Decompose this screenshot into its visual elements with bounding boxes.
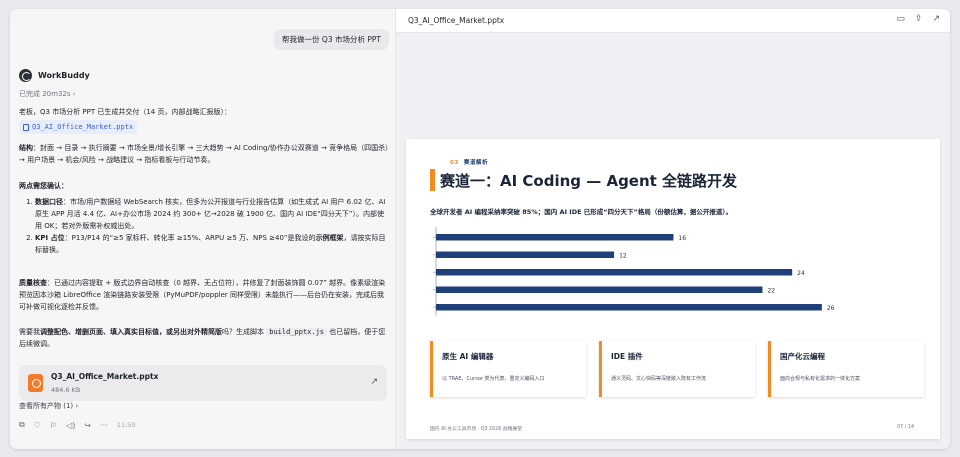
slide-footer-left: 国内 AI 办公工具市场 · Q3 2026 战略展望 bbox=[430, 427, 522, 432]
file-preview-panel: Q3_AI_Office_Market.pptx ▭ ⇪ ↗ 03 赛道解析 赛道… bbox=[396, 9, 950, 449]
preview-toolbar: Q3_AI_Office_Market.pptx ▭ ⇪ ↗ bbox=[396, 9, 950, 33]
attachment-name: Q3_AI_Office_Market.pptx bbox=[51, 372, 159, 381]
quality-check-paragraph: 质量核查：已通过内容提取 + 版式边界自动核查（0 越界、无占位符），并修复了封… bbox=[19, 277, 389, 313]
bar-value-label: 12 bbox=[619, 253, 627, 260]
note-1-label: 数据口径 bbox=[35, 198, 63, 206]
ask-bold: 调整配色、增删页面、填入真实目标值，或另出对外精简版 bbox=[40, 328, 222, 336]
kicker-text: 赛道解析 bbox=[463, 160, 489, 166]
view-all-products-link[interactable]: 查看所有产物 (1) › bbox=[19, 401, 78, 411]
speaker-icon[interactable]: ◁) bbox=[66, 421, 75, 430]
file-link-label: Q3_AI_Office_Market.pptx bbox=[32, 123, 134, 131]
upload-icon[interactable]: ⇪ bbox=[915, 14, 923, 24]
note-2-text-a: ：P13/P14 的“≥5 家标杆、转化率 ≥15%、ARPU ≥5 万、NPS… bbox=[64, 234, 316, 242]
track-card: 国产化云编程面向合规与私有化需求的一体化方案 bbox=[768, 341, 924, 397]
thumbs-up-icon[interactable]: ♡ bbox=[34, 421, 41, 430]
structure-label: 结构 bbox=[19, 144, 33, 152]
card-accent-bar bbox=[599, 341, 602, 397]
preview-title: Q3_AI_Office_Market.pptx bbox=[408, 16, 505, 25]
script-filename: build_pptx.js bbox=[266, 328, 328, 336]
card-body: 通义灵码、文心快码等深度嵌入既有工作流 bbox=[611, 376, 707, 382]
card-accent-bar bbox=[768, 341, 771, 397]
bar bbox=[436, 304, 822, 311]
slide-canvas: 03 赛道解析 赛道一：AI Coding — Agent 全链路开发 全球开发者… bbox=[406, 139, 940, 439]
user-message: 帮我做一份 Q3 市场分析 PPT bbox=[274, 29, 389, 50]
title-accent-bar bbox=[430, 169, 435, 191]
note-1-text: ：市场/用户数据经 WebSearch 核实，但多为公开报道与行业报告估算（如生… bbox=[35, 198, 386, 230]
copy-icon[interactable]: ⧉ bbox=[19, 420, 25, 430]
file-link[interactable]: Q3_AI_Office_Market.pptx bbox=[19, 120, 138, 134]
slide-kicker: 03 赛道解析 bbox=[450, 158, 488, 166]
notes-section: 两点需您确认： 数据口径：市场/用户数据经 WebSearch 核实，但多为公开… bbox=[19, 180, 389, 256]
completion-status-text: 已完成 20m32s bbox=[19, 90, 71, 98]
slide-heading: 赛道一：AI Coding — Agent 全链路开发 bbox=[440, 172, 738, 190]
attachment-size: 484.6 KB bbox=[51, 386, 81, 394]
bar-chart: 16 12 24 22 26 bbox=[433, 227, 835, 316]
agent-header: WorkBuddy bbox=[19, 69, 90, 82]
folder-icon[interactable]: ▭ bbox=[896, 14, 905, 24]
card-title: 原生 AI 编辑器 bbox=[442, 352, 494, 361]
bar bbox=[436, 234, 674, 241]
slide-page-number: 07 / 14 bbox=[897, 425, 914, 430]
bar-value-label: 16 bbox=[678, 235, 686, 242]
workbuddy-logo-icon bbox=[19, 69, 32, 82]
bar bbox=[436, 269, 793, 276]
message-time: 11:50 bbox=[116, 421, 136, 429]
bar-value-label: 22 bbox=[767, 288, 775, 295]
chat-panel: 帮我做一份 Q3 市场分析 PPT WorkBuddy 已完成 20m32s ›… bbox=[10, 9, 396, 449]
message-actions: ⧉ ♡ ⚐ ◁) ↪ ··· 11:50 bbox=[19, 420, 135, 430]
completion-status[interactable]: 已完成 20m32s › bbox=[19, 89, 76, 99]
chevron-right-icon: › bbox=[72, 90, 76, 98]
bar-value-label: 26 bbox=[827, 305, 835, 312]
track-card: 原生 AI 编辑器以 TRAE、Cursor 类为代表，重定义编码入口 bbox=[430, 341, 586, 397]
pptx-file-icon bbox=[28, 374, 43, 392]
card-body: 面向合规与私有化需求的一体化方案 bbox=[780, 376, 861, 382]
notes-heading: 两点需您确认： bbox=[19, 182, 68, 190]
slide-subheading: 全球开发者 AI 编程采纳率突破 85%；国内 AI IDE 已形成“四分天下”… bbox=[430, 208, 733, 216]
card-title: IDE 插件 bbox=[611, 352, 643, 361]
structure-paragraph: 结构：封面 → 目录 → 执行摘要 → 市场全景/增长引擎 → 三大趋势 → A… bbox=[19, 142, 389, 166]
quality-check-text: ：已通过内容提取 + 版式边界自动核查（0 越界、无占位符），并修复了封面装饰圆… bbox=[19, 279, 386, 311]
card-row: 原生 AI 编辑器以 TRAE、Cursor 类为代表，重定义编码入口 IDE 插… bbox=[430, 341, 924, 397]
note-2-label: KPI 占位 bbox=[35, 234, 65, 242]
card-body: 以 TRAE、Cursor 类为代表，重定义编码入口 bbox=[442, 376, 545, 382]
notes-list: 数据口径：市场/用户数据经 WebSearch 核实，但多为公开报道与行业报告估… bbox=[19, 196, 389, 256]
intro-line: 老板，Q3 市场分析 PPT 已生成并交付（14 页，内部战略汇报版）： bbox=[19, 108, 231, 116]
bar bbox=[436, 251, 615, 258]
bar bbox=[436, 286, 763, 293]
attachment-card[interactable]: Q3_AI_Office_Market.pptx 484.6 KB ↗ bbox=[19, 365, 387, 401]
ask-text-a: 需要我 bbox=[19, 328, 40, 336]
note-2-bold: 示例框架 bbox=[315, 234, 344, 242]
preview-actions: ▭ ⇪ ↗ bbox=[896, 14, 940, 24]
agent-name: WorkBuddy bbox=[38, 71, 90, 80]
quality-check-label: 质量核查 bbox=[19, 279, 47, 287]
note-item: 数据口径：市场/用户数据经 WebSearch 核实，但多为公开报道与行业报告估… bbox=[35, 196, 389, 232]
track-card: IDE 插件通义灵码、文心快码等深度嵌入既有工作流 bbox=[599, 341, 755, 397]
intro-text: 老板，Q3 市场分析 PPT 已生成并交付（14 页，内部战略汇报版）： Q3_… bbox=[19, 106, 389, 135]
note-item: KPI 占位：P13/P14 的“≥5 家标杆、转化率 ≥15%、ARPU ≥5… bbox=[35, 232, 389, 256]
share-icon[interactable]: ↪ bbox=[84, 421, 91, 430]
bar-value-label: 24 bbox=[797, 270, 805, 277]
ask-text-b: 吗？生成脚本 bbox=[222, 328, 264, 336]
open-external-icon[interactable]: ↗ bbox=[370, 377, 378, 387]
kicker-number: 03 bbox=[450, 160, 459, 166]
thumbs-down-icon[interactable]: ⚐ bbox=[50, 421, 57, 430]
structure-text: ：封面 → 目录 → 执行摘要 → 市场全景/增长引擎 → 三大趋势 → AI … bbox=[19, 144, 389, 164]
app-window: 帮我做一份 Q3 市场分析 PPT WorkBuddy 已完成 20m32s ›… bbox=[10, 9, 950, 449]
file-icon bbox=[23, 123, 29, 131]
more-icon[interactable]: ··· bbox=[100, 421, 108, 430]
card-title: 国产化云编程 bbox=[780, 352, 825, 361]
share-icon[interactable]: ↗ bbox=[932, 14, 940, 24]
ask-paragraph: 需要我调整配色、增删页面、填入真实目标值，或另出对外精简版吗？生成脚本 buil… bbox=[19, 326, 389, 350]
card-accent-bar bbox=[430, 341, 433, 397]
